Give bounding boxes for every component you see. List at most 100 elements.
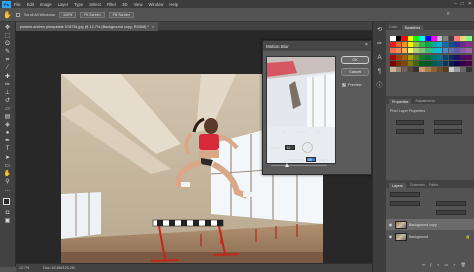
swatch[interactable] bbox=[430, 67, 437, 72]
paragraph-icon[interactable]: ¶ bbox=[376, 68, 384, 76]
swatch[interactable] bbox=[401, 60, 408, 66]
swatch[interactable] bbox=[395, 36, 402, 41]
swatch[interactable] bbox=[460, 42, 466, 48]
history-brush-tool-icon[interactable]: ↺ bbox=[3, 98, 13, 105]
quick-select-tool-icon[interactable]: ✎ bbox=[3, 49, 13, 56]
dodge-tool-icon[interactable]: ● bbox=[3, 130, 13, 137]
swatch[interactable] bbox=[425, 42, 431, 48]
crop-tool-icon[interactable]: ⌗ bbox=[3, 57, 13, 64]
menu-view[interactable]: View bbox=[134, 2, 143, 7]
menu-type[interactable]: Type bbox=[74, 2, 83, 7]
tab-properties[interactable]: Properties bbox=[389, 99, 412, 104]
swatch[interactable] bbox=[448, 54, 455, 60]
swatch[interactable] bbox=[460, 67, 466, 72]
menu-file[interactable]: File bbox=[14, 2, 21, 7]
swatch[interactable] bbox=[419, 54, 425, 60]
more-tools-icon[interactable]: … bbox=[3, 187, 13, 194]
minimize-icon[interactable]: – bbox=[454, 1, 457, 7]
fill-field[interactable] bbox=[436, 210, 466, 215]
menu-3d[interactable]: 3D bbox=[122, 2, 127, 7]
swatch[interactable] bbox=[448, 48, 455, 54]
close-window-icon[interactable]: ✕ bbox=[468, 1, 472, 7]
scroll-all-windows-checkbox[interactable] bbox=[16, 12, 20, 17]
swatch[interactable] bbox=[390, 67, 396, 72]
swatch[interactable] bbox=[460, 48, 466, 54]
fit-screen-button[interactable]: Fit Screen bbox=[80, 11, 105, 18]
brush-tool-icon[interactable]: ✑ bbox=[3, 82, 13, 89]
dialog-close-icon[interactable]: × bbox=[365, 42, 368, 48]
swatch[interactable] bbox=[413, 36, 419, 41]
swatch[interactable] bbox=[390, 60, 396, 66]
move-tool-icon[interactable]: ✥ bbox=[3, 25, 13, 32]
document-tab[interactable]: powers andres pierquidde 578734.jpg @ 12… bbox=[16, 22, 159, 31]
swatch[interactable] bbox=[442, 60, 449, 66]
new-layer-icon[interactable]: + bbox=[453, 262, 455, 267]
swatch[interactable] bbox=[425, 48, 431, 54]
info-icon[interactable]: ⓘ bbox=[376, 82, 384, 90]
swatch[interactable] bbox=[442, 54, 449, 60]
eyedropper-tool-icon[interactable]: ⁄ bbox=[3, 65, 13, 72]
fill-screen-button[interactable]: Fill Screen bbox=[108, 11, 134, 18]
prop-y-field[interactable] bbox=[434, 129, 462, 134]
swatch[interactable] bbox=[466, 60, 472, 66]
cancel-button[interactable]: Cancel bbox=[341, 68, 369, 76]
eraser-tool-icon[interactable]: ▱ bbox=[3, 106, 13, 113]
swatch[interactable] bbox=[419, 67, 425, 72]
new-group-icon[interactable]: ▭ bbox=[445, 262, 449, 267]
swatch[interactable] bbox=[395, 48, 402, 54]
prop-width-field[interactable] bbox=[396, 120, 424, 125]
swatch[interactable] bbox=[436, 54, 443, 60]
menu-edit[interactable]: Edit bbox=[27, 2, 34, 7]
trash-icon[interactable]: 🗑 bbox=[461, 262, 466, 267]
zoom-tool-icon[interactable]: ⚲ bbox=[3, 179, 13, 186]
swatch[interactable] bbox=[454, 60, 460, 66]
swatch[interactable] bbox=[448, 36, 455, 41]
distance-slider[interactable] bbox=[271, 163, 327, 167]
menu-layer[interactable]: Layer bbox=[58, 2, 68, 7]
link-layers-icon[interactable]: ∞ bbox=[422, 262, 425, 267]
swatch[interactable] bbox=[413, 42, 419, 48]
swatch[interactable] bbox=[407, 60, 414, 66]
swatch[interactable] bbox=[390, 48, 396, 54]
swatch[interactable] bbox=[454, 48, 460, 54]
swatch[interactable] bbox=[425, 36, 431, 41]
swatch[interactable] bbox=[401, 67, 408, 72]
mask-icon[interactable]: ◐ bbox=[437, 262, 439, 267]
swatch[interactable] bbox=[436, 48, 443, 54]
prop-height-field[interactable] bbox=[434, 120, 462, 125]
eye-icon[interactable]: ◉ bbox=[388, 222, 393, 227]
swatch[interactable] bbox=[407, 67, 414, 72]
menu-select[interactable]: Select bbox=[89, 2, 101, 7]
zoom-in-icon[interactable]: ⊕ bbox=[316, 129, 319, 134]
menu-filter[interactable]: Filter bbox=[107, 2, 116, 7]
swatch[interactable] bbox=[430, 48, 437, 54]
rectangle-tool-icon[interactable]: ▭ bbox=[3, 163, 13, 170]
swatch[interactable] bbox=[466, 67, 472, 72]
swatch[interactable] bbox=[466, 42, 472, 48]
swatch[interactable] bbox=[419, 60, 425, 66]
search-icon[interactable]: ⌕ bbox=[447, 11, 450, 18]
clone-stamp-tool-icon[interactable]: ⊥ bbox=[3, 90, 13, 97]
color-swatches-fg-bg[interactable] bbox=[2, 197, 14, 209]
swatch[interactable] bbox=[395, 54, 402, 60]
tab-color[interactable]: Color bbox=[389, 25, 398, 30]
swatch[interactable] bbox=[442, 48, 449, 54]
screen-mode-icon[interactable]: ▣ bbox=[3, 218, 13, 225]
swatch[interactable] bbox=[436, 67, 443, 72]
opacity-field[interactable] bbox=[436, 201, 466, 206]
swatch[interactable] bbox=[390, 36, 396, 41]
prop-x-field[interactable] bbox=[396, 129, 424, 134]
swatch[interactable] bbox=[425, 60, 431, 66]
layer-row-background[interactable]: ◉ Background 🔒 bbox=[386, 231, 474, 242]
swatch[interactable] bbox=[407, 42, 414, 48]
close-tab-icon[interactable]: × bbox=[152, 25, 154, 29]
swatch[interactable] bbox=[436, 42, 443, 48]
distance-slider-thumb[interactable] bbox=[285, 163, 289, 167]
swatch[interactable] bbox=[442, 67, 449, 72]
angle-dial[interactable] bbox=[302, 142, 314, 153]
swatch[interactable] bbox=[454, 42, 460, 48]
swatch[interactable] bbox=[442, 36, 449, 41]
swatch[interactable] bbox=[413, 54, 419, 60]
type-tool-icon[interactable]: T bbox=[3, 146, 13, 153]
distance-input[interactable]: 45 bbox=[305, 157, 316, 162]
